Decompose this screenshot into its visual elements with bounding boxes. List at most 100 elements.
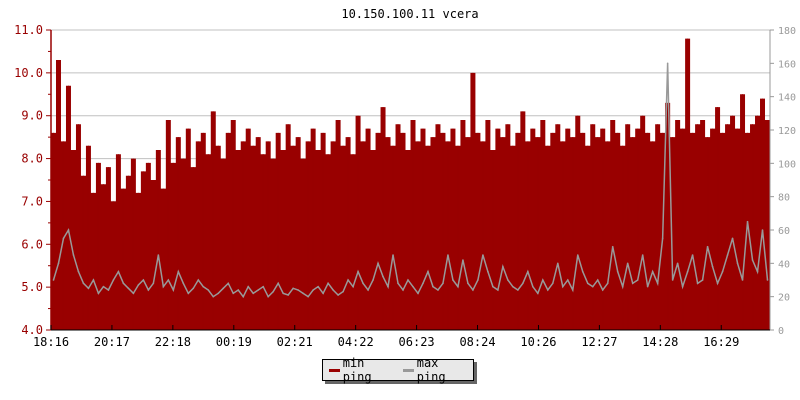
max-ping-point: [292, 287, 294, 290]
x-tick-label: 00:19: [216, 335, 252, 349]
max-ping-point: [242, 295, 245, 298]
max-ping-point: [87, 287, 90, 290]
max-ping-point: [606, 282, 609, 285]
max-ping-point: [447, 254, 449, 256]
legend: min ping max ping: [322, 356, 474, 384]
max-ping-point: [756, 270, 759, 273]
max-ping-point: [92, 279, 95, 281]
right-tick-label: 40: [778, 259, 790, 270]
max-ping-point: [402, 289, 404, 291]
max-ping-point: [182, 282, 185, 285]
max-ping-point: [262, 285, 265, 288]
max-ping-point: [487, 270, 489, 273]
right-tick-label: 60: [778, 226, 790, 237]
right-tick-label: 0: [778, 326, 784, 337]
max-ping-point: [237, 289, 240, 291]
max-ping-point: [77, 270, 80, 273]
max-ping-point: [232, 292, 235, 295]
max-ping-point: [437, 289, 439, 291]
max-ping-point: [616, 270, 619, 273]
max-ping-point: [556, 262, 559, 265]
max-ping-point: [117, 270, 120, 273]
max-ping-point: [167, 279, 170, 281]
max-ping-point: [596, 279, 599, 281]
left-tick-label: 9.0: [21, 109, 43, 123]
max-ping-point: [422, 282, 424, 285]
max-ping-point: [252, 292, 255, 295]
max-ping-point: [527, 270, 529, 273]
max-ping-point: [97, 292, 100, 295]
max-ping-point: [52, 279, 55, 281]
max-ping-point: [147, 289, 150, 291]
max-ping-point: [122, 282, 125, 285]
max-ping-point: [691, 254, 694, 256]
max-ping-point: [307, 295, 309, 298]
max-ping-point: [452, 279, 454, 281]
max-ping-point: [547, 289, 549, 291]
max-ping-point: [287, 294, 289, 296]
max-ping-point: [397, 282, 399, 285]
max-ping-point: [317, 285, 319, 288]
max-ping-point: [227, 282, 230, 285]
max-ping-point: [407, 279, 409, 281]
max-ping-point: [142, 279, 145, 281]
max-ping-point: [457, 285, 459, 288]
left-tick-label: 11.0: [14, 23, 43, 37]
max-ping-point: [192, 287, 195, 290]
left-tick-label: 10.0: [14, 66, 43, 80]
max-ping-point: [731, 237, 734, 240]
max-ping-point: [601, 289, 604, 291]
max-ping-point: [172, 289, 175, 291]
max-ping-point: [427, 270, 429, 273]
max-ping-point: [387, 285, 389, 288]
x-tick-label: 16:29: [703, 335, 739, 349]
max-ping-point: [517, 289, 519, 291]
max-ping-point: [537, 292, 539, 295]
legend-min-ping: min ping: [342, 356, 372, 384]
ping-chart: 10.150.100.11 vcera 4.05.06.07.08.09.010…: [14, 7, 796, 349]
max-ping-point: [761, 229, 764, 231]
max-ping-point: [681, 285, 684, 288]
max-ping-point: [157, 254, 160, 256]
max-ping-point: [676, 262, 679, 265]
max-ping-point: [417, 292, 419, 295]
max-ping-point: [552, 282, 554, 285]
max-ping-point: [362, 282, 364, 285]
max-ping-point: [367, 289, 369, 291]
max-ping-point: [312, 289, 314, 291]
max-ping-point: [746, 220, 749, 223]
max-ping-point: [107, 289, 110, 291]
max-ping-point: [152, 282, 155, 285]
left-tick-label: 8.0: [21, 152, 43, 166]
max-ping-point: [611, 245, 614, 248]
max-ping-point: [82, 282, 85, 285]
max-ping-point: [197, 279, 200, 281]
max-ping-point: [716, 282, 719, 285]
x-tick-label: 18:16: [33, 335, 69, 349]
max-ping-point: [701, 279, 704, 281]
max-ping-point: [432, 285, 434, 288]
max-ping-point: [561, 285, 564, 288]
max-ping-point: [297, 289, 299, 291]
max-ping-point: [62, 237, 65, 240]
min-ping-swatch: [329, 368, 340, 372]
max-ping-point: [177, 270, 180, 273]
max-ping-point: [482, 254, 484, 256]
max-ping-point: [586, 282, 589, 285]
max-ping-point: [646, 285, 649, 288]
max-ping-point: [377, 262, 379, 265]
max-ping-point: [207, 289, 210, 291]
right-tick-label: 120: [778, 126, 796, 137]
max-ping-point: [217, 292, 220, 295]
max-ping-point: [327, 282, 329, 285]
left-tick-label: 6.0: [21, 237, 43, 251]
max-ping-point: [726, 254, 729, 256]
max-ping-point: [202, 285, 205, 288]
left-tick-label: 7.0: [21, 194, 43, 208]
max-ping-point: [132, 292, 135, 295]
max-ping-point: [347, 279, 349, 281]
max-ping-swatch: [403, 368, 414, 372]
right-tick-label: 20: [778, 293, 790, 304]
max-ping-point: [137, 284, 140, 286]
max-ping-point: [656, 282, 659, 285]
